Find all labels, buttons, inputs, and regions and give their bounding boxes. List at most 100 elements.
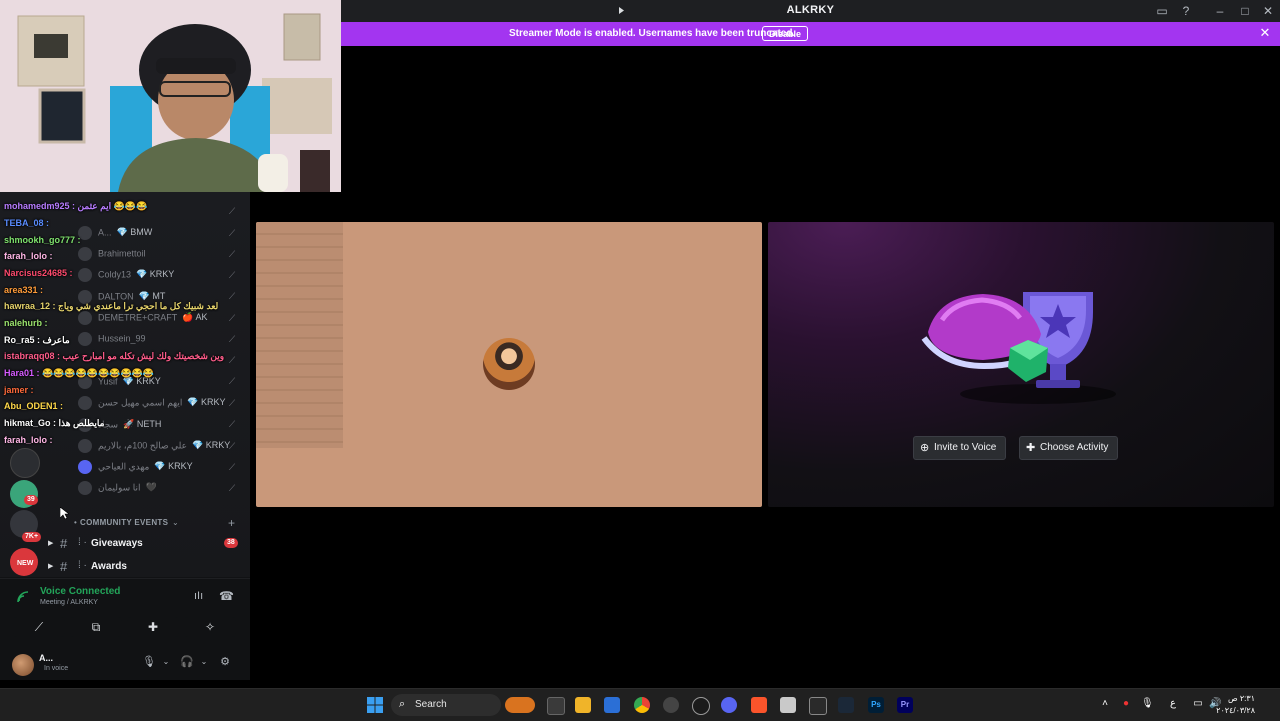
streamer-webcam-image [0,0,341,192]
mic-muted-icon: ⟋ [228,206,236,216]
activities-icon[interactable]: ✚ [127,617,179,637]
chevron-down-icon[interactable]: ⌄ [159,655,173,669]
notepad-icon[interactable] [780,697,796,713]
clock-date[interactable]: ٢٠٢٤/٠٣/٢٨ [1216,706,1255,715]
store-icon[interactable] [604,697,620,713]
windows-start-icon[interactable] [367,697,383,713]
banner-text: Streamer Mode is enabled. Usernames have… [509,28,796,39]
mic-muted-icon: ⟋ [228,398,236,408]
minimize-button[interactable]: – [1212,3,1228,19]
avatar [78,332,92,346]
steam-client-icon[interactable] [838,697,854,713]
activity-tile: ⊕ Invite to Voice ✚ Choose Activity [768,222,1274,507]
monitor-icon[interactable]: ▭ [1192,698,1204,709]
close-window-button[interactable]: ✕ [1260,3,1276,19]
premiere-icon[interactable]: Pr [897,697,913,713]
disable-streamer-mode-button[interactable]: Disable [762,26,809,41]
brave-icon[interactable] [751,697,767,713]
language-indicator[interactable]: ع [1167,698,1179,709]
caret-right-icon: ▶ [48,540,54,547]
text-channel-icon: # [60,559,68,574]
voice-member[interactable]: DEMETRE+CRAFT 🍎 AK [78,311,207,329]
disconnect-icon[interactable]: ☎ [219,589,234,603]
chat-message: farah_lolo : [4,435,53,445]
mouse-cursor-icon [60,507,69,520]
photoshop-icon[interactable]: Ps [868,697,884,713]
channel-giveaways[interactable]: ▶ # ⁞ · Giveaways 38 [48,534,242,554]
close-icon[interactable]: ✕ [1258,26,1272,40]
soundboard-icon[interactable]: ✧ [184,617,236,637]
avatar [78,481,92,495]
chevron-down-icon[interactable]: ⌄ [197,655,211,669]
voice-member[interactable]: Coldy13 💎 KRKY [78,268,174,286]
voice-connection-panel: Voice Connected Meeting / ALKRKY ıIı ☎ ⟋… [0,578,250,647]
avatar [78,247,92,261]
signal-icon[interactable] [16,590,30,604]
invite-to-voice-button[interactable]: ⊕ Invite to Voice [913,436,1007,460]
notification-badge: 7K+ [22,532,42,542]
avatar[interactable] [12,654,34,676]
voice-member[interactable]: انا سوليمان 🖤 [78,481,157,499]
chrome-icon[interactable] [634,697,650,713]
channel-awards[interactable]: ▶ # ⁞ · Awards [48,557,242,577]
voice-location[interactable]: Meeting / ALKRKY [40,599,98,606]
notification-badge: 39 [24,495,38,505]
microphone-icon[interactable]: 🎙 [142,655,156,669]
steam-icon[interactable] [692,697,710,715]
discord-icon[interactable] [721,697,737,713]
chat-message: nalehurb : [4,318,48,328]
trophy-illustration-icon [921,292,1116,404]
server-icon[interactable] [10,448,40,478]
window-title: ALKRKY [786,4,835,16]
chat-message: mohamedm925 : ايم عثمن 😂😂😂 [4,201,148,211]
chevron-down-icon[interactable]: ⌄ [172,518,179,527]
mic-muted-icon: ⟋ [228,441,236,451]
maximize-button[interactable]: □ [1237,3,1253,19]
avatar [483,338,535,390]
voice-member[interactable]: علي صالح 100م، بالاريم 💎 KRKY [78,439,230,457]
search-icon: ⌕ [399,698,406,710]
voice-member[interactable]: A... 💎 BMW [78,226,152,244]
headphones-icon[interactable]: 🎧 [180,655,194,669]
taskbar-search[interactable]: ⌕ Search [391,694,535,716]
avatar [78,311,92,325]
chat-message: shmookh_go777 : [4,235,81,245]
chat-message: hawraa_12 : لعد شبيك كل ما احجي ترا ماعن… [4,301,219,311]
screen-share-icon[interactable]: ▭ [1154,3,1170,19]
mic-muted-icon: ⟋ [228,483,236,493]
noise-suppression-icon[interactable]: ıIı [194,590,203,602]
voice-member[interactable]: Brahimettoil [78,247,151,265]
category-community-events[interactable]: COMMUNITY EVENTS [80,518,168,527]
chat-message: Abu_ODEN1 : [4,401,64,411]
chevron-up-icon[interactable]: ˄ [1099,698,1111,709]
chat-message: Hara01 : 😂😂😂😂😂😂😂😂😂😂 [4,368,155,378]
avatar [78,396,92,410]
mic-muted-icon: ⟋ [228,334,236,344]
app-tray-icon[interactable]: ● [1120,698,1132,709]
channel-separator-icon: ⁞ · [78,560,87,571]
choose-activity-button[interactable]: ✚ Choose Activity [1019,436,1119,460]
gear-icon[interactable]: ⚙ [218,655,232,669]
add-channel-button[interactable]: + [228,516,235,530]
voice-member[interactable]: Hussein_99 [78,332,151,350]
voice-member[interactable]: ايهم اسمي مهيل حسن 💎 KRKY [78,396,226,414]
chat-message: jamer : [4,385,34,395]
video-off-icon[interactable]: ⟋ [13,617,65,637]
terminal-icon[interactable] [809,697,827,715]
clock-time[interactable]: ٢:٣١ ص [1228,694,1255,703]
voice-user-tile[interactable] [256,222,762,507]
screen-share-icon[interactable]: ⧉ [70,617,122,637]
voice-member[interactable]: مهدي العياحي 💎 KRKY [78,460,193,478]
mic-muted-icon: ⟋ [228,376,236,386]
microphone-icon[interactable]: 🎙 [1141,698,1154,709]
chat-message: Ro_ra5 : ماعرف [4,335,70,345]
file-explorer-icon[interactable] [575,697,591,713]
channel-separator-icon: ⁞ · [78,537,87,548]
voice-connected-status[interactable]: Voice Connected [40,586,120,597]
help-icon[interactable]: ? [1178,3,1194,19]
search-highlight-icon [505,697,535,713]
text-channel-icon: # [60,536,68,551]
app-icon[interactable] [663,697,679,713]
avatar [78,439,92,453]
task-view-icon[interactable] [547,697,565,715]
